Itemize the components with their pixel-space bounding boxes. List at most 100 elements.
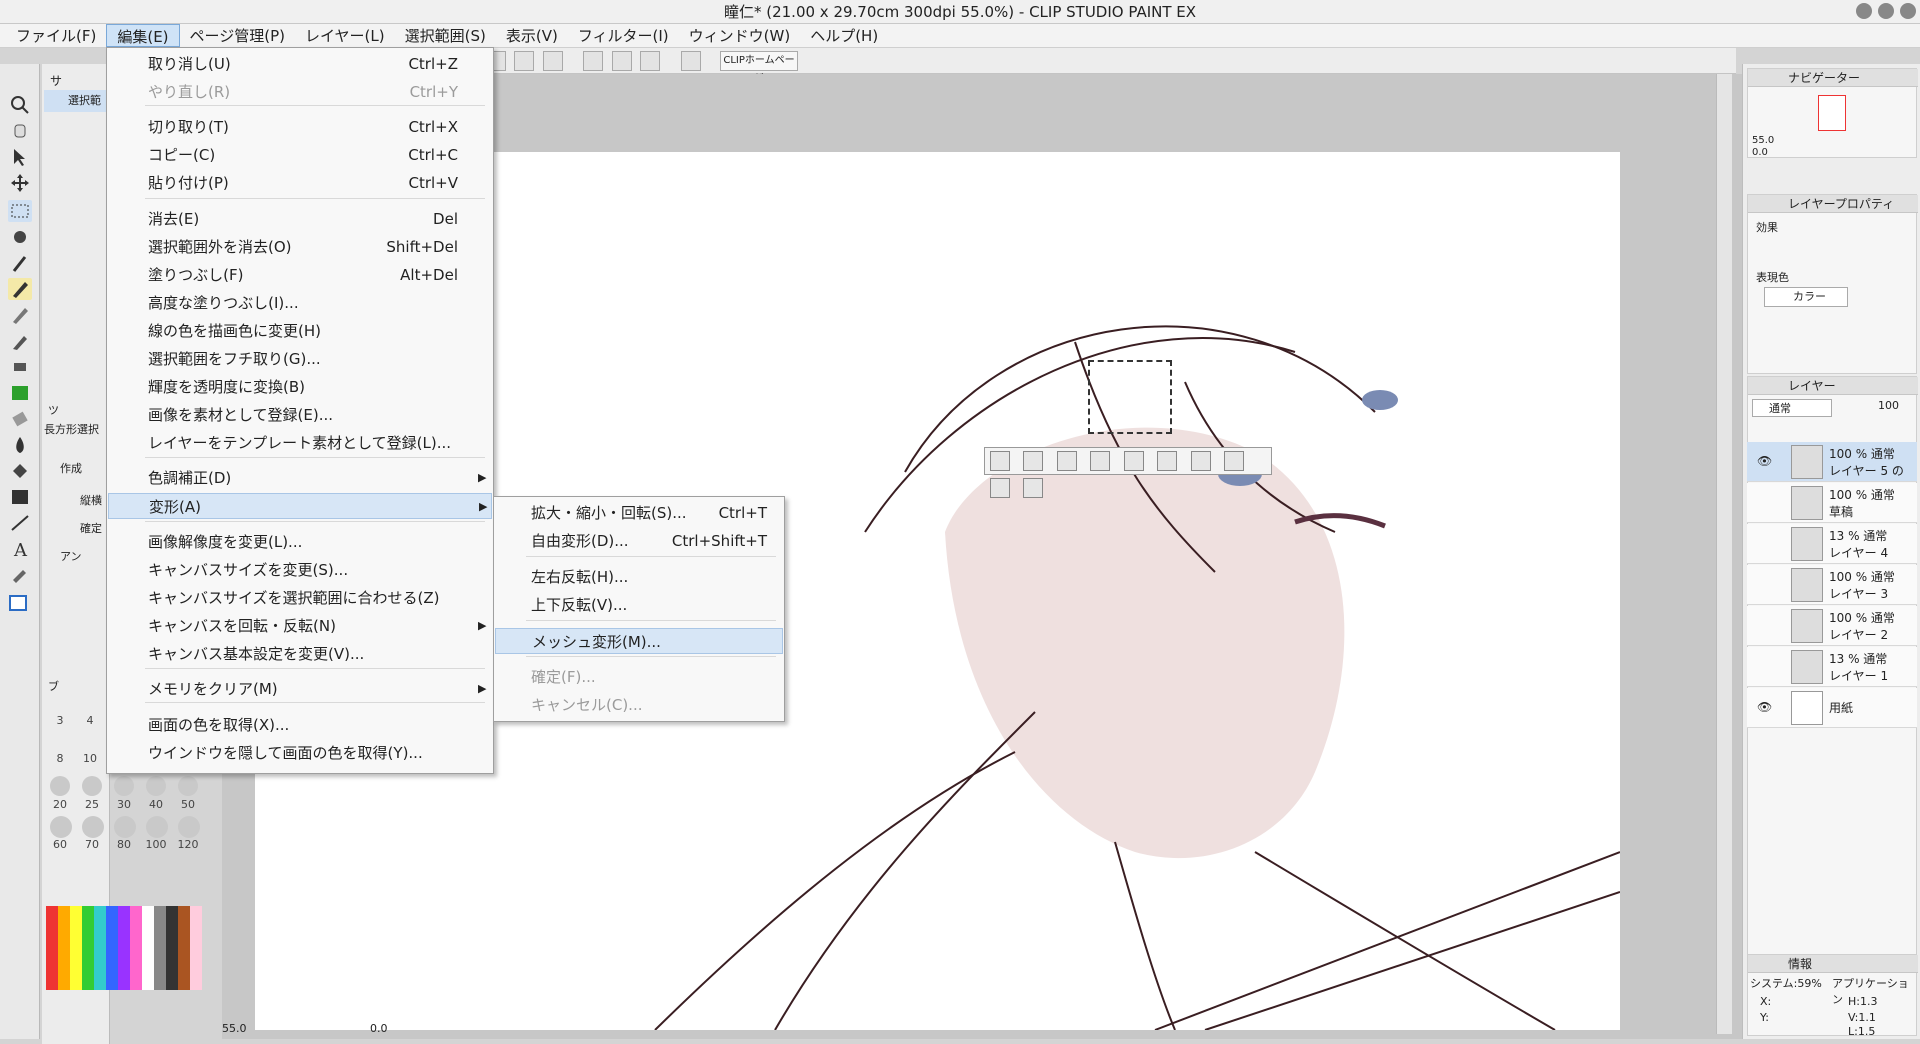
menu-window[interactable]: ウィンドウ(W)	[679, 24, 801, 47]
fill-tool-icon[interactable]	[8, 460, 32, 482]
edit-menu-item[interactable]: 線の色を描画色に変更(H)	[108, 318, 492, 344]
fill-icon[interactable]	[1224, 451, 1245, 471]
maximize-icon[interactable]	[1878, 3, 1894, 19]
selection-tool-icon[interactable]	[8, 200, 32, 222]
edit-menu-item[interactable]: コピー(C) Ctrl+C	[108, 142, 492, 168]
airbrush-icon[interactable]	[8, 356, 32, 378]
edit-menu-item[interactable]: キャンバスを回転・反転(N) ▶	[108, 613, 492, 639]
brush-tool-icon[interactable]	[8, 330, 32, 352]
blend-tool-icon[interactable]	[8, 434, 32, 456]
menu-filter[interactable]: フィルター(I)	[568, 24, 679, 47]
menu-file[interactable]: ファイル(F)	[6, 24, 106, 47]
pencil-tool-icon[interactable]	[8, 304, 32, 326]
color-swatch-icon[interactable]	[8, 594, 32, 616]
tone-icon[interactable]	[990, 478, 1010, 498]
edit-menu-item[interactable]: 選択範囲をフチ取り(G)...	[108, 346, 492, 372]
edit-menu-item[interactable]: 画像を素材として登録(E)...	[108, 402, 492, 428]
brush-size[interactable]: 120	[172, 838, 204, 851]
edit-menu-item[interactable]: 色調補正(D) ▶	[108, 465, 492, 491]
minimize-icon[interactable]	[1856, 3, 1872, 19]
menu-selection[interactable]: 選択範囲(S)	[395, 24, 496, 47]
edit-menu-item[interactable]: 高度な塗りつぶし(I)...	[108, 290, 492, 316]
layer-row[interactable]: 100 % 通常 草稿	[1747, 483, 1917, 523]
brush-size[interactable]: 60	[44, 838, 76, 851]
snap-special-icon[interactable]	[640, 51, 661, 71]
decoration-icon[interactable]	[8, 382, 32, 404]
scale-icon[interactable]	[1190, 451, 1211, 471]
menu-page[interactable]: ページ管理(P)	[180, 24, 295, 47]
frame-icon[interactable]	[680, 51, 701, 71]
menu-layer[interactable]: レイヤー(L)	[295, 24, 395, 47]
eye-icon[interactable]: 👁	[1757, 454, 1772, 468]
edit-menu-item[interactable]: レイヤーをテンプレート素材として登録(L)...	[108, 430, 492, 456]
zoom-tool-icon[interactable]	[8, 94, 32, 116]
crop-icon[interactable]	[1157, 451, 1178, 471]
layer-row[interactable]: 👁 100 % 通常 レイヤー 5 の	[1747, 442, 1917, 482]
vertical-scrollbar[interactable]	[1716, 74, 1732, 1034]
brush-size[interactable]: 100	[140, 838, 172, 851]
brush-size[interactable]: 70	[76, 838, 108, 851]
balloon-tool-icon[interactable]	[8, 564, 32, 586]
figure-tool-icon[interactable]	[8, 512, 32, 534]
transform-menu-item[interactable]: キャンセル(C)...	[495, 692, 783, 718]
transform-menu-item[interactable]: 確定(F)...	[495, 664, 783, 690]
edit-menu-item[interactable]: やり直し(R) Ctrl+Y	[108, 79, 492, 105]
edit-menu-item[interactable]: 消去(E) Del	[108, 206, 492, 232]
hand-tool-icon[interactable]	[8, 120, 32, 142]
brush-size[interactable]: 80	[108, 838, 140, 851]
navigator-angle[interactable]: 0.0	[1752, 147, 1768, 158]
menu-help[interactable]: ヘルプ(H)	[800, 24, 888, 47]
sub-tool-tab[interactable]: サ	[50, 72, 62, 89]
transform-menu-item[interactable]: 自由変形(D)... Ctrl+Shift+T	[495, 528, 783, 554]
color-palette[interactable]	[46, 906, 202, 990]
object-tool-icon[interactable]	[8, 146, 32, 168]
selection-marquee[interactable]	[1088, 360, 1172, 434]
brush-size[interactable]: 3	[44, 714, 76, 727]
brush-size[interactable]: 8	[44, 752, 76, 765]
layer-row[interactable]: 13 % 通常 レイヤー 1	[1747, 647, 1917, 687]
edit-menu-item[interactable]: 取り消し(U) Ctrl+Z	[108, 51, 492, 77]
text-tool-icon[interactable]: A	[8, 538, 32, 561]
edit-menu-item[interactable]: 塗りつぶし(F) Alt+Del	[108, 262, 492, 288]
zoom-value[interactable]: 55.0	[222, 1022, 247, 1035]
color-expression-select[interactable]: カラー	[1764, 287, 1848, 307]
edit-menu-item[interactable]: 貼り付け(P) Ctrl+V	[108, 170, 492, 196]
shrink-icon[interactable]	[1090, 451, 1111, 471]
brush-size[interactable]: 4	[74, 714, 106, 727]
show-selection-icon[interactable]	[542, 51, 563, 71]
clip-homepage-button[interactable]: CLIPホームページ	[720, 51, 798, 84]
brush-size[interactable]: 10	[74, 752, 106, 765]
transform-menu-item[interactable]: メッシュ変形(M)...	[495, 628, 783, 654]
brush-size[interactable]: 40	[140, 798, 172, 811]
settings-icon[interactable]	[1023, 478, 1044, 498]
edit-menu-item[interactable]: 切り取り(T) Ctrl+X	[108, 114, 492, 140]
edit-menu-item[interactable]: 変形(A) ▶	[108, 493, 492, 519]
edit-menu-item[interactable]: キャンバスサイズを選択範囲に合わせる(Z)	[108, 585, 492, 611]
angle-value[interactable]: 0.0	[370, 1022, 388, 1035]
eye-icon[interactable]: 👁	[1757, 700, 1772, 714]
layer-row[interactable]: 100 % 通常 レイヤー 3	[1747, 565, 1917, 605]
close-icon[interactable]	[1900, 3, 1916, 19]
menu-view[interactable]: 表示(V)	[496, 24, 568, 47]
invert-icon[interactable]	[1023, 451, 1044, 471]
tool-property-tab[interactable]: ツ	[48, 402, 59, 418]
opacity-value[interactable]: 100	[1878, 399, 1914, 417]
auto-select-icon[interactable]	[8, 226, 32, 248]
transform-menu-item[interactable]: 左右反転(H)...	[495, 564, 783, 590]
sub-tool-rect-select[interactable]: 選択範	[44, 90, 108, 112]
layer-row[interactable]: 13 % 通常 レイヤー 4	[1747, 524, 1917, 564]
menu-edit[interactable]: 編集(E)	[106, 24, 180, 47]
eyedropper-icon[interactable]	[8, 252, 32, 274]
move-tool-icon[interactable]	[8, 172, 32, 194]
edit-menu-item[interactable]: 選択範囲外を消去(O) Shift+Del	[108, 234, 492, 260]
blend-mode-select[interactable]: 通常	[1752, 399, 1832, 417]
pen-tool-icon[interactable]	[8, 278, 32, 300]
eraser-icon[interactable]	[8, 408, 32, 430]
transform-menu-item[interactable]: 上下反転(V)...	[495, 592, 783, 618]
navigator-zoom[interactable]: 55.0	[1752, 135, 1774, 146]
edit-menu-item[interactable]: 輝度を透明度に変換(B)	[108, 374, 492, 400]
gradient-icon[interactable]	[8, 486, 32, 508]
deselect-icon[interactable]	[514, 51, 535, 71]
edit-menu-item[interactable]: 画像解像度を変更(L)...	[108, 529, 492, 555]
vertical-option[interactable]: 縦横	[80, 492, 102, 508]
